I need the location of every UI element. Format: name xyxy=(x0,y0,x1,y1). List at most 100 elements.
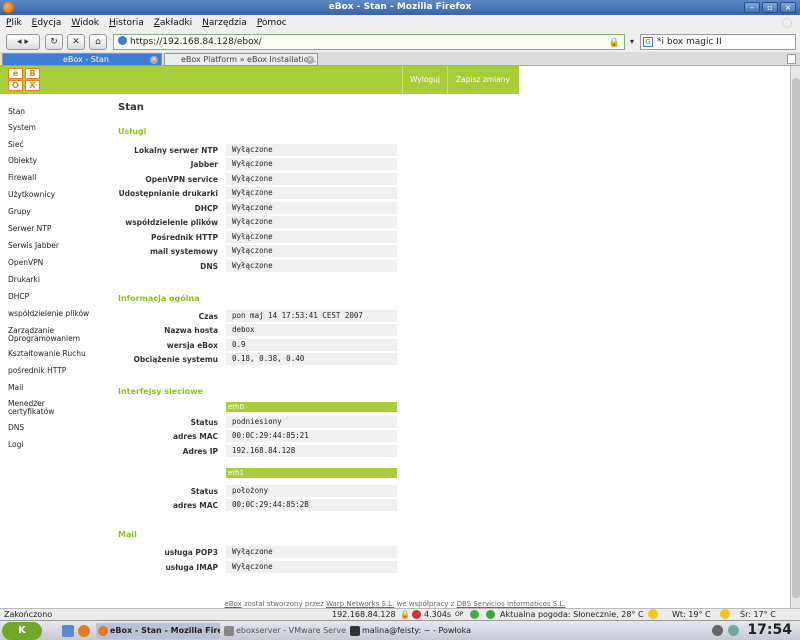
header-divider xyxy=(447,66,448,94)
row-value: 0.9 xyxy=(226,339,397,351)
row-value: położony xyxy=(226,485,397,497)
row-label: współdzielenie plików xyxy=(125,218,218,227)
menu-narzedzia[interactable]: Narzędzia xyxy=(196,15,251,28)
network-icon[interactable] xyxy=(728,625,739,636)
sidebar-item-system[interactable]: System xyxy=(8,124,108,132)
logout-link[interactable]: Wyloguj xyxy=(404,66,446,94)
sidebar-item-wspoldzielenie[interactable]: współdzielenie plików xyxy=(8,310,108,318)
show-desktop-icon[interactable] xyxy=(62,625,74,637)
back-forward-button[interactable]: ◂ ▸ xyxy=(6,34,40,50)
minimize-button[interactable]: – xyxy=(744,2,760,13)
row-value: Wyłączone xyxy=(226,561,397,573)
home-icon[interactable]: ⌂ xyxy=(89,34,107,50)
sidebar-item-mail[interactable]: Mail xyxy=(8,384,108,392)
sidebar-item-certyfikaty[interactable]: Menedżer certyfikatów xyxy=(8,400,68,416)
tab-label: eBox - Stan xyxy=(63,55,109,64)
terminal-icon xyxy=(350,626,360,636)
logo-letter: B xyxy=(25,68,40,79)
sidebar-item-serwis-jabber[interactable]: Serwis Jabber xyxy=(8,242,108,250)
row-label: Adres IP xyxy=(182,447,218,456)
window-title: eBox - Stan - Mozilla Firefox xyxy=(328,2,472,12)
task-label: eboxserver - VMware Serve xyxy=(236,626,346,635)
search-engine-dropdown-icon[interactable]: ▾ xyxy=(630,37,634,46)
menu-plik[interactable]: Plik xyxy=(0,15,26,28)
tab-bar: eBox - Stan × eBox Platform » eBox Insta… xyxy=(0,52,800,66)
sidebar-item-logi[interactable]: Logi xyxy=(8,441,108,449)
addon-icon[interactable] xyxy=(470,610,479,619)
row-value: 00:0C:29:44:85:2B xyxy=(226,499,397,511)
ebox-logo[interactable]: e B O X xyxy=(8,68,42,92)
save-changes-link[interactable]: Zapisz zmiany xyxy=(449,66,517,94)
row-value: Wyłączone xyxy=(226,245,397,257)
throbber-icon xyxy=(782,18,792,28)
kde-menu-button[interactable]: K xyxy=(2,622,42,640)
new-tab-icon[interactable] xyxy=(787,54,796,64)
tab-label: eBox Platform » eBox Installatio... xyxy=(181,55,317,64)
sidebar-item-drukarki[interactable]: Drukarki xyxy=(8,276,108,284)
window-titlebar[interactable]: eBox - Stan - Mozilla Firefox – ▫ × xyxy=(0,0,800,15)
tab-ebox-stan[interactable]: eBox - Stan × xyxy=(2,53,162,66)
sidebar-item-openvpn[interactable]: OpenVPN xyxy=(8,259,108,267)
menu-historia[interactable]: Historia xyxy=(103,15,148,28)
firefox-launcher-icon[interactable] xyxy=(78,625,90,637)
page-title: Stan xyxy=(118,102,144,113)
sidebar-item-firewall[interactable]: Firewall xyxy=(8,174,108,182)
task-vmware[interactable]: eboxserver - VMware Serve xyxy=(222,623,346,639)
sidebar-item-grupy[interactable]: Grupy xyxy=(8,208,108,216)
sidebar-item-dhcp[interactable]: DHCP xyxy=(8,293,108,301)
task-firefox[interactable]: eBox - Stan - Mozilla Fire xyxy=(96,623,220,639)
status-bar: Zakończono 192.168.84.128 🔒 4.304s OP Ak… xyxy=(0,608,800,620)
sidebar-item-ksztaltowanie[interactable]: Kształtowanie Ruchu xyxy=(8,350,108,358)
header-divider xyxy=(402,66,403,94)
navigation-toolbar: ◂ ▸ ↻ ✕ ⌂ https://192.168.84.128/ebox/ 🔒… xyxy=(0,32,800,52)
tab-close-icon[interactable]: × xyxy=(306,56,314,64)
warp-networks-link[interactable]: Warp Networks S.L. xyxy=(326,600,394,608)
sidebar-item-stan[interactable]: Stan xyxy=(8,108,108,116)
status-text: Zakończono xyxy=(4,610,53,619)
sidebar-item-posrednik[interactable]: pośrednik HTTP xyxy=(8,367,108,375)
sidebar-item-zarzadzanie[interactable]: Zarządzanie Oprogramowaniem xyxy=(8,327,108,343)
row-label: adres MAC xyxy=(172,501,218,510)
reload-icon[interactable]: ↻ xyxy=(45,34,63,50)
page-scrollbar[interactable] xyxy=(790,66,800,608)
firefox-icon xyxy=(98,626,108,636)
clock[interactable]: 17:54 xyxy=(747,622,792,638)
sidebar-item-uzytkownicy[interactable]: Użytkownicy xyxy=(8,191,108,199)
sidebar-item-obiekty[interactable]: Obiekty xyxy=(8,157,108,165)
url-input[interactable]: https://192.168.84.128/ebox/ 🔒 xyxy=(113,34,625,50)
status-green-icon[interactable] xyxy=(486,610,495,619)
ladybug-icon[interactable] xyxy=(412,610,421,619)
status-op: OP xyxy=(455,611,464,618)
task-konsole[interactable]: malina@feisty: ~ - Powłoka xyxy=(348,623,474,639)
row-label: usługa IMAP xyxy=(165,563,218,572)
menu-zakladki[interactable]: Zakładki xyxy=(148,15,196,28)
menu-pomoc[interactable]: Pomoc xyxy=(251,15,291,28)
stop-icon[interactable]: ✕ xyxy=(67,34,85,50)
close-button[interactable]: × xyxy=(780,2,796,13)
row-value: podniesiony xyxy=(226,416,397,428)
scrollbar-thumb[interactable] xyxy=(792,78,800,598)
sidebar-item-serwer-ntp[interactable]: Serwer NTP xyxy=(8,225,108,233)
volume-icon[interactable] xyxy=(712,625,723,636)
tab-ebox-platform[interactable]: eBox Platform » eBox Installatio... × xyxy=(164,53,318,66)
sun-icon xyxy=(648,609,658,619)
ebox-link[interactable]: eBox xyxy=(224,600,241,608)
menu-widok[interactable]: Widok xyxy=(65,15,103,28)
sidebar-item-siec[interactable]: Sieć xyxy=(8,141,108,149)
row-value: Wyłączone xyxy=(226,231,397,243)
tab-close-icon[interactable]: × xyxy=(150,56,158,64)
dbs-link[interactable]: DBS Servicios Informaticos S.L. xyxy=(457,600,566,608)
web-page: e B O X Wyloguj Zapisz zmiany Stan Syste… xyxy=(0,66,790,608)
sidebar-item-dns[interactable]: DNS xyxy=(8,424,108,432)
row-label: Nazwa hosta xyxy=(164,326,218,335)
maximize-button[interactable]: ▫ xyxy=(762,2,778,13)
menu-edycja[interactable]: Edycja xyxy=(26,15,66,28)
page-footer: eBox został stworzony przez Warp Network… xyxy=(0,600,790,608)
search-input[interactable]: G *i box magic II xyxy=(640,34,796,50)
status-ip: 192.168.84.128 xyxy=(332,610,396,619)
lock-icon[interactable]: 🔒 xyxy=(609,36,620,50)
lock-icon[interactable]: 🔒 xyxy=(400,609,410,620)
footer-text: we współpracy z xyxy=(394,600,457,608)
url-text: https://192.168.84.128/ebox/ xyxy=(130,37,262,47)
menubar: Plik Edycja Widok Historia Zakładki Narzędzia… xyxy=(0,15,800,32)
